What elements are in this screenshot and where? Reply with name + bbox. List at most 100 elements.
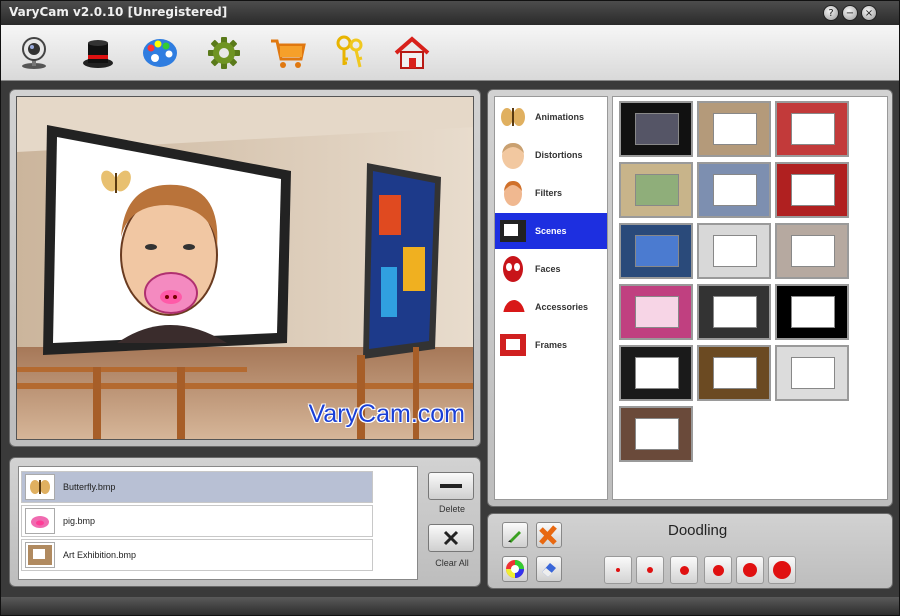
effects-button[interactable] — [77, 33, 119, 73]
scene-thumbnail-preview-area — [713, 113, 757, 145]
scene-thumbnail-preview-area — [713, 296, 757, 328]
butterfly-icon — [25, 474, 55, 500]
register-button[interactable] — [329, 33, 371, 73]
category-item-frames[interactable]: Frames — [495, 327, 607, 363]
brush-size-dot — [773, 561, 791, 579]
scene-thumbnail[interactable] — [697, 162, 771, 218]
brush-cross-icon — [539, 525, 557, 545]
scene-thumbnail-preview-area — [713, 357, 757, 389]
brush-size-4-button[interactable] — [704, 556, 732, 584]
scene-thumbnail[interactable] — [775, 162, 849, 218]
layer-label: Butterfly.bmp — [63, 482, 116, 492]
color-picker-tool[interactable] — [502, 556, 528, 582]
main-toolbar — [1, 25, 899, 81]
magic-hat-icon — [83, 40, 113, 68]
brush-size-dot — [647, 567, 653, 573]
scene-thumbnail-preview-area — [713, 235, 757, 267]
layer-label: pig.bmp — [63, 516, 96, 526]
webcam-button[interactable] — [13, 33, 55, 73]
frame-icon — [25, 542, 55, 568]
layer-item[interactable]: Art Exhibition.bmp — [21, 539, 373, 571]
scene-icon — [499, 217, 527, 245]
close-button[interactable]: × — [861, 5, 877, 21]
webcam-icon — [22, 37, 46, 69]
webcam-preview[interactable]: VaryCam.com — [16, 96, 474, 440]
category-label: Frames — [535, 340, 568, 350]
help-button[interactable]: ? — [823, 5, 839, 21]
scene-thumbnail[interactable] — [697, 101, 771, 157]
frame-icon — [499, 331, 527, 359]
category-item-distortions[interactable]: Distortions — [495, 137, 607, 173]
preview-panel: VaryCam.com — [9, 89, 481, 447]
brush-size-1-button[interactable] — [604, 556, 632, 584]
scene-thumbnail[interactable] — [775, 223, 849, 279]
brush-size-dot — [712, 564, 724, 576]
category-item-faces[interactable]: Faces — [495, 251, 607, 287]
category-item-filters[interactable]: Filters — [495, 175, 607, 211]
window-title: VaryCam v2.0.10 [Unregistered] — [9, 5, 228, 19]
scene-thumbnail[interactable] — [619, 406, 693, 462]
layer-item[interactable]: Butterfly.bmp — [21, 471, 373, 503]
scene-thumbnail[interactable] — [775, 284, 849, 340]
minus-icon — [440, 484, 462, 488]
scene-thumbnail-grid — [612, 96, 888, 500]
brush-size-5-button[interactable] — [736, 556, 764, 584]
scene-thumbnail-preview-area — [635, 418, 679, 450]
category-item-animations[interactable]: Animations — [495, 99, 607, 135]
category-label: Faces — [535, 264, 561, 274]
doodling-panel: Doodling — [487, 513, 893, 589]
home-button[interactable] — [391, 33, 433, 73]
minimize-button[interactable]: − — [842, 5, 858, 21]
scene-thumbnail[interactable] — [619, 345, 693, 401]
eraser-tool[interactable] — [536, 556, 562, 582]
category-item-accessories[interactable]: Accessories — [495, 289, 607, 325]
window-controls: ? − × — [823, 5, 877, 21]
category-label: Filters — [535, 188, 563, 198]
scene-thumbnail[interactable] — [775, 345, 849, 401]
layer-item[interactable]: pig.bmp — [21, 505, 373, 537]
scene-thumbnail-preview-area — [791, 296, 835, 328]
palette-icon — [143, 39, 177, 67]
category-label: Scenes — [535, 226, 567, 236]
brush-size-6-button[interactable] — [768, 556, 796, 584]
pig-icon — [25, 508, 55, 534]
scene-thumbnail[interactable] — [697, 284, 771, 340]
delete-button[interactable] — [428, 472, 474, 500]
pencil-icon — [508, 531, 521, 543]
palette-button[interactable] — [139, 33, 181, 73]
settings-button[interactable] — [203, 33, 245, 73]
clear-drawing-tool[interactable] — [536, 522, 562, 548]
scene-thumbnail[interactable] — [619, 284, 693, 340]
scene-thumbnail[interactable] — [619, 101, 693, 157]
gear-icon — [208, 37, 240, 69]
brush-size-dot — [743, 563, 757, 577]
category-list: Animations Distortions Filters Scenes Fa… — [494, 96, 608, 500]
clear-all-button[interactable] — [428, 524, 474, 552]
brush-size-3-button[interactable] — [670, 556, 698, 584]
scene-thumbnail[interactable] — [697, 345, 771, 401]
scene-thumbnail[interactable] — [619, 162, 693, 218]
shop-button[interactable] — [267, 33, 309, 73]
brush-size-dot — [616, 568, 620, 572]
layers-list: Butterfly.bmp pig.bmp Art Exhibition.bmp — [18, 466, 418, 580]
brush-size-2-button[interactable] — [636, 556, 664, 584]
status-bar — [1, 597, 899, 615]
category-item-scenes[interactable]: Scenes — [495, 213, 607, 249]
category-label: Accessories — [535, 302, 589, 312]
cart-icon — [271, 39, 306, 68]
face-icon — [499, 141, 527, 169]
doodling-title: Doodling — [668, 522, 728, 539]
title-bar[interactable]: VaryCam v2.0.10 [Unregistered] ? − × — [1, 1, 899, 25]
scene-thumbnail[interactable] — [619, 223, 693, 279]
brush-size-dot — [679, 565, 689, 575]
keys-icon — [336, 35, 363, 68]
scene-thumbnail[interactable] — [697, 223, 771, 279]
scene-thumbnail[interactable] — [775, 101, 849, 157]
effects-panel: Animations Distortions Filters Scenes Fa… — [487, 89, 893, 507]
scene-thumbnail-preview-area — [635, 174, 679, 206]
color-wheel-icon — [506, 560, 524, 578]
scene-thumbnail-preview-area — [791, 174, 835, 206]
preview-scene-graphic — [17, 97, 473, 439]
app-window: VaryCam v2.0.10 [Unregistered] ? − × Var… — [0, 0, 900, 616]
pencil-tool[interactable] — [502, 522, 528, 548]
